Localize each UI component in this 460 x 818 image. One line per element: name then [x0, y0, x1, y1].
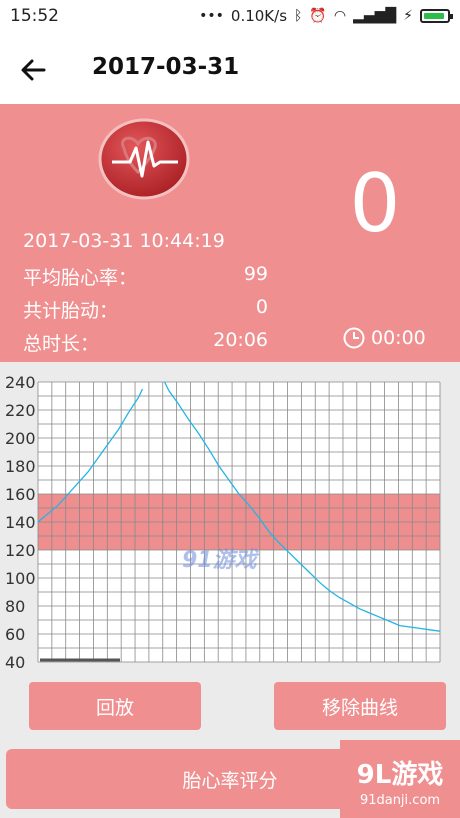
corner-watermark-title: 9L游戏 — [356, 760, 444, 790]
timer-value: 00:00 — [371, 327, 426, 349]
remove-curve-button[interactable]: 移除曲线 — [274, 682, 446, 730]
corner-watermark-url: 91danji.com — [359, 793, 441, 808]
heart-logo-icon — [98, 118, 190, 200]
y-tick-label: 40 — [5, 653, 25, 672]
battery-fill — [424, 13, 444, 19]
back-arrow-icon — [21, 59, 46, 81]
y-tick-label: 80 — [5, 597, 25, 616]
status-icons: ••• 0.10K/s ᛒ ⏰ ◠ ▂▄▆█ ⚡ — [199, 7, 453, 25]
alarm-icon: ⏰ — [309, 8, 327, 24]
heart-rate-chart: 240 220 200 180 160 140 120 100 80 60 40 — [0, 362, 460, 672]
watermark-logo: 91游戏 — [182, 548, 257, 573]
heart-rate-chart-svg: 240 220 200 180 160 140 120 100 80 60 40 — [5, 373, 441, 672]
wifi-icon: ◠ — [333, 8, 347, 24]
duration-label: 总时长： — [23, 333, 100, 355]
y-tick-label: 60 — [5, 625, 25, 644]
dots-icon: ••• — [199, 8, 224, 24]
page-title: 2017-03-31 — [92, 54, 240, 80]
total-movements-label: 共计胎动： — [23, 300, 119, 322]
avg-heart-rate-value: 99 — [243, 263, 268, 285]
corner-watermark: 9L游戏 91danji.com — [340, 740, 460, 818]
y-tick-label: 100 — [5, 569, 36, 588]
status-time: 15:52 — [10, 6, 59, 26]
y-tick-label: 160 — [5, 485, 36, 504]
summary-panel: 0 2017-03-31 10:44:19 平均胎心率： 99 共计胎动： 0 … — [0, 104, 460, 362]
replay-button[interactable]: 回放 — [29, 682, 201, 730]
y-tick-label: 180 — [5, 457, 36, 476]
y-tick-label: 140 — [5, 513, 36, 532]
timer: 00:00 — [342, 326, 426, 350]
battery-icon — [420, 9, 453, 23]
y-tick-label: 220 — [5, 401, 36, 420]
y-tick-label: 120 — [5, 541, 36, 560]
record-datetime: 2017-03-31 10:44:19 — [23, 230, 225, 252]
status-bar: 15:52 ••• 0.10K/s ᛒ ⏰ ◠ ▂▄▆█ ⚡ — [0, 0, 460, 34]
y-tick-label: 240 — [5, 373, 36, 392]
bluetooth-icon: ᛒ — [294, 8, 303, 24]
fetal-movement-count: 0 — [349, 157, 401, 250]
app-bar: 2017-03-31 — [0, 34, 460, 104]
charging-icon: ⚡ — [403, 8, 413, 24]
y-tick-label: 200 — [5, 429, 36, 448]
back-button[interactable] — [14, 50, 54, 90]
signal-icon: ▂▄▆█ — [353, 8, 397, 24]
clock-icon — [343, 327, 365, 349]
avg-heart-rate-label: 平均胎心率： — [23, 267, 138, 289]
network-speed: 0.10K/s — [230, 7, 288, 25]
duration-value: 20:06 — [213, 329, 268, 351]
total-movements-value: 0 — [255, 296, 268, 318]
